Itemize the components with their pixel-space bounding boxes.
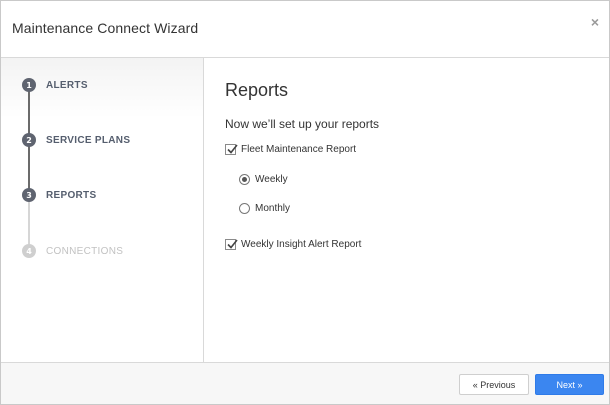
main-panel: Reports Now we’ll set up your reports Fl… <box>205 58 609 362</box>
dialog-title: Maintenance Connect Wizard <box>12 20 199 36</box>
step-alerts[interactable]: 1 ALERTS <box>22 78 88 92</box>
step-number-badge: 2 <box>22 133 36 147</box>
insight-report-checkbox[interactable] <box>225 239 238 250</box>
monthly-radio[interactable] <box>239 203 250 214</box>
previous-button[interactable]: « Previous <box>459 374 529 395</box>
page-subtitle: Now we’ll set up your reports <box>225 117 380 131</box>
weekly-label: Weekly <box>255 174 288 185</box>
step-reports[interactable]: 3 REPORTS <box>22 188 96 202</box>
fleet-report-option[interactable]: Fleet Maintenance Report <box>225 144 356 155</box>
monthly-label: Monthly <box>255 203 291 214</box>
steps-upcoming-line <box>28 198 30 248</box>
next-button[interactable]: Next » <box>535 374 604 395</box>
steps-sidebar: 1 ALERTS 2 SERVICE PLANS 3 REPORTS 4 CON… <box>1 58 204 362</box>
step-connections[interactable]: 4 CONNECTIONS <box>22 244 123 258</box>
step-number-badge: 3 <box>22 188 36 202</box>
dialog-header: Maintenance Connect Wizard × <box>1 1 609 58</box>
weekly-radio[interactable] <box>239 174 250 185</box>
checkmark-icon <box>227 239 238 249</box>
step-number-badge: 4 <box>22 244 36 258</box>
step-label: ALERTS <box>46 79 88 91</box>
dialog-footer: « Previous Next » <box>1 362 609 404</box>
insight-report-option[interactable]: Weekly Insight Alert Report <box>225 239 361 250</box>
step-label: REPORTS <box>46 189 97 201</box>
fleet-report-label: Fleet Maintenance Report <box>241 144 357 155</box>
close-icon[interactable]: × <box>591 15 599 29</box>
step-label: CONNECTIONS <box>46 245 124 257</box>
insight-report-label: Weekly Insight Alert Report <box>241 239 362 250</box>
step-label: SERVICE PLANS <box>46 134 131 146</box>
monthly-option[interactable]: Monthly <box>239 203 290 214</box>
weekly-option[interactable]: Weekly <box>239 174 288 185</box>
step-number-badge: 1 <box>22 78 36 92</box>
fleet-report-checkbox[interactable] <box>225 144 238 155</box>
wizard-dialog: Maintenance Connect Wizard × 1 ALERTS 2 … <box>0 0 610 405</box>
checkmark-icon <box>227 144 238 154</box>
page-title: Reports <box>225 80 289 100</box>
step-service-plans[interactable]: 2 SERVICE PLANS <box>22 133 130 147</box>
